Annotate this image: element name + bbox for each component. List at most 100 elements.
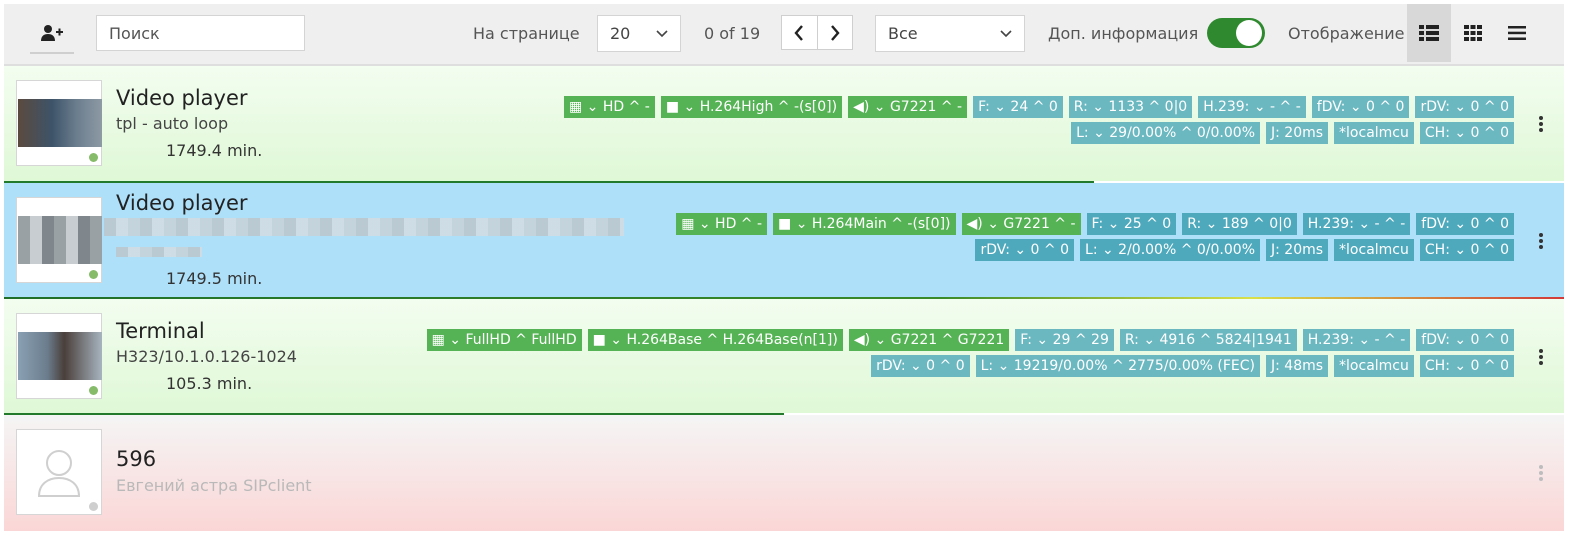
h239-badge[interactable]: H.239: ⌄ - ^ -: [1302, 213, 1411, 235]
rate-badge[interactable]: R: ⌄ 1133 ^ 0|0: [1068, 96, 1193, 118]
video-res-badge[interactable]: ▦ ⌄ FullHD ^ FullHD: [426, 329, 582, 351]
per-page-label: На странице: [473, 24, 580, 43]
jitter-badge[interactable]: J: 20ms: [1266, 122, 1329, 144]
view-list-button[interactable]: [1495, 4, 1539, 62]
badge-text: HD ^ -: [602, 99, 650, 115]
audio-codec-badge[interactable]: ◀) ⌄ G7221 ^ -: [961, 213, 1081, 235]
fdv-badge[interactable]: fDV: ⌄ 0 ^ 0: [1416, 213, 1514, 235]
channel-badge[interactable]: CH: ⌄ 0 ^ 0: [1419, 122, 1514, 144]
h239-badge[interactable]: H.239: ⌄ - ^ -: [1302, 329, 1411, 351]
extra-info-toggle[interactable]: [1207, 18, 1265, 48]
loss-badge[interactable]: L: ⌄ 29/0.00% ^ 0/0.00%: [1071, 122, 1260, 144]
row-menu-button[interactable]: [1538, 465, 1544, 481]
participant-duration: 105.3 min.: [166, 374, 253, 393]
participant-row[interactable]: Video player 1749.5 min. ▦ ⌄ HD ^ - ■ ⌄ …: [4, 183, 1564, 299]
filter-select[interactable]: Все: [875, 15, 1025, 52]
redacted-subtitle: [104, 218, 624, 236]
video-res-badge[interactable]: ▦ ⌄ HD ^ -: [563, 96, 655, 118]
chevron-right-icon: [830, 24, 840, 41]
loss-badge[interactable]: L: ⌄ 19219/0.00% ^ 2775/0.00% (FEC): [975, 355, 1260, 377]
rate-badge[interactable]: R: ⌄ 189 ^ 0|0: [1182, 213, 1297, 235]
video-codec-badge[interactable]: ■ ⌄ H.264Main ^ -(s[0]): [773, 213, 956, 235]
loss-badge[interactable]: L: ⌄ 2/0.00% ^ 0/0.00%: [1080, 239, 1260, 261]
badge-group: ▦ ⌄ HD ^ - ■ ⌄ H.264Main ^ -(s[0]) ◀) ⌄ …: [634, 213, 1514, 261]
grid-icon: [1464, 25, 1482, 41]
rate-badge[interactable]: R: ⌄ 4916 ^ 5824|1941: [1119, 329, 1297, 351]
participant-name: 596: [116, 447, 157, 471]
mcu-badge[interactable]: *localmcu: [1334, 355, 1414, 377]
participant-subtitle: H323/10.1.0.126-1024: [116, 347, 297, 366]
video-codec-badge[interactable]: ■ ⌄ H.264Base ^ H.264Base(n[1]): [587, 329, 843, 351]
participant-thumbnail: [16, 80, 102, 166]
fdv-badge[interactable]: fDV: ⌄ 0 ^ 0: [1311, 96, 1410, 118]
pager: [781, 15, 853, 50]
badge-group: ▦ ⌄ HD ^ - ■ ⌄ H.264High ^ -(s[0]) ◀) ⌄ …: [394, 96, 1514, 144]
chevron-left-icon: [794, 24, 804, 41]
per-page-value: 20: [610, 24, 631, 43]
badge-text: H.264Main ^ -(s[0]): [811, 216, 951, 232]
page-count: 0 of 19: [704, 24, 761, 43]
participant-thumbnail: [16, 197, 102, 283]
chevron-down-icon: [656, 29, 668, 37]
view-details-button[interactable]: [1407, 4, 1451, 62]
fps-badge[interactable]: F: ⌄ 29 ^ 29: [1015, 329, 1114, 351]
status-dot: [89, 153, 98, 162]
participant-duration: 1749.4 min.: [166, 141, 263, 160]
participant-name: Terminal: [116, 319, 205, 343]
prev-page-button[interactable]: [782, 16, 818, 49]
video-res-badge[interactable]: ▦ ⌄ HD ^ -: [676, 213, 768, 235]
audio-codec-badge[interactable]: ◀) ⌄ G7221 ^ -: [848, 96, 968, 118]
audio-codec-badge[interactable]: ◀) ⌄ G7221 ^ G7221: [848, 329, 1010, 351]
toolbar: На странице 20 0 of 19 Все Доп. информац…: [4, 4, 1564, 66]
extra-info-label: Доп. информация: [1048, 24, 1199, 43]
participant-row[interactable]: 596 Евгений астра SIPclient: [4, 415, 1564, 531]
video-preview: [18, 99, 102, 147]
fps-badge[interactable]: F: ⌄ 24 ^ 0: [973, 96, 1063, 118]
list-details-icon: [1419, 25, 1439, 41]
row-menu-button[interactable]: [1538, 233, 1544, 249]
participant-thumbnail: [16, 313, 102, 399]
view-grid-button[interactable]: [1451, 4, 1495, 62]
row-menu-button[interactable]: [1538, 116, 1544, 132]
rdv-badge[interactable]: rDV: ⌄ 0 ^ 0: [1415, 96, 1514, 118]
badge-group: ▦ ⌄ FullHD ^ FullHD ■ ⌄ H.264Base ^ H.26…: [404, 329, 1514, 377]
row-menu-button[interactable]: [1538, 349, 1544, 365]
hamburger-icon: [1508, 26, 1526, 40]
video-codec-badge[interactable]: ■ ⌄ H.264High ^ -(s[0]): [660, 96, 843, 118]
video-preview: [18, 216, 102, 264]
participant-name: Video player: [116, 191, 248, 215]
add-user-button[interactable]: [30, 14, 74, 54]
participant-subtitle: Евгений астра SIPclient: [116, 476, 312, 495]
participant-subtitle: tpl - auto loop: [116, 114, 229, 133]
participant-name: Video player: [116, 86, 248, 110]
badge-text: G7221 ^ G7221: [890, 332, 1005, 348]
add-user-icon: [41, 25, 63, 41]
channel-badge[interactable]: CH: ⌄ 0 ^ 0: [1419, 239, 1514, 261]
badge-text: H.264High ^ -(s[0]): [699, 99, 838, 115]
per-page-select[interactable]: 20: [597, 15, 681, 52]
mcu-badge[interactable]: *localmcu: [1334, 239, 1414, 261]
status-dot: [89, 502, 98, 511]
participant-duration: 1749.5 min.: [166, 269, 263, 288]
fps-badge[interactable]: F: ⌄ 25 ^ 0: [1086, 213, 1177, 235]
channel-badge[interactable]: CH: ⌄ 0 ^ 0: [1419, 355, 1514, 377]
view-label: Отображение: [1288, 24, 1405, 43]
participant-row[interactable]: Terminal H323/10.1.0.126-1024 105.3 min.…: [4, 299, 1564, 415]
jitter-badge[interactable]: J: 48ms: [1266, 355, 1329, 377]
fdv-badge[interactable]: fDV: ⌄ 0 ^ 0: [1416, 329, 1514, 351]
badge-text: FullHD ^ FullHD: [465, 332, 577, 348]
badge-text: H.264Base ^ H.264Base(n[1]): [626, 332, 838, 348]
rdv-badge[interactable]: rDV: ⌄ 0 ^ 0: [975, 239, 1075, 261]
jitter-badge[interactable]: J: 20ms: [1266, 239, 1329, 261]
search-input[interactable]: [96, 15, 305, 51]
participant-row[interactable]: Video player tpl - auto loop 1749.4 min.…: [4, 66, 1564, 183]
badge-text: G7221 ^ -: [1003, 216, 1076, 232]
status-dot: [89, 270, 98, 279]
mcu-badge[interactable]: *localmcu: [1334, 122, 1414, 144]
h239-badge[interactable]: H.239: ⌄ - ^ -: [1198, 96, 1306, 118]
badge-text: HD ^ -: [715, 216, 763, 232]
filter-value: Все: [888, 24, 918, 43]
status-dot: [89, 386, 98, 395]
rdv-badge[interactable]: rDV: ⌄ 0 ^ 0: [871, 355, 970, 377]
next-page-button[interactable]: [818, 16, 853, 49]
